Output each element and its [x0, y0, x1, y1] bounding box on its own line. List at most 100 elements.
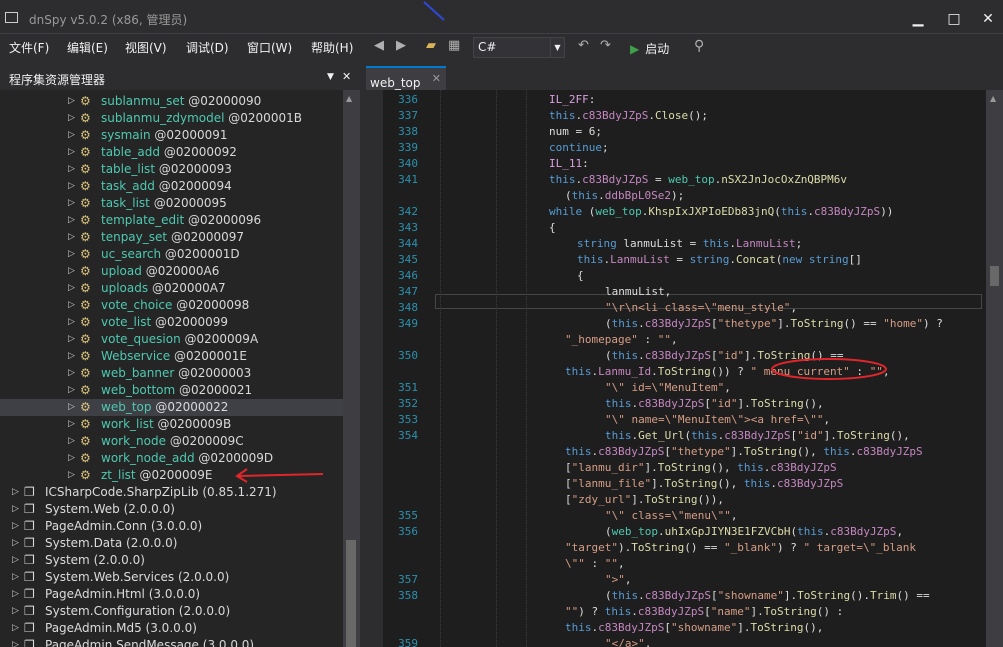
expand-arrow-icon[interactable]: ▷ [68, 348, 75, 365]
tree-item-assembly[interactable]: ▷ ❐ PageAdmin.SendMessage (3.0.0.0) [0, 637, 343, 647]
tree-item-assembly[interactable]: ▷ ❐ System.Web (2.0.0.0) [0, 501, 343, 518]
code-token: ToString [763, 605, 817, 618]
expand-arrow-icon[interactable]: ▷ [12, 518, 19, 535]
close-window-button[interactable]: ✕ [975, 8, 1001, 30]
expand-arrow-icon[interactable]: ▷ [68, 195, 75, 212]
tree-item-class[interactable]: ▷ ⚙ sublanmu_zdymodel @0200001B [0, 110, 343, 127]
expand-arrow-icon[interactable]: ▷ [68, 433, 75, 450]
tree-item-name: template_edit [101, 213, 185, 227]
expand-arrow-icon[interactable]: ▷ [68, 416, 75, 433]
close-icon[interactable]: ✕ [432, 72, 441, 85]
tree-item-assembly[interactable]: ▷ ❐ PageAdmin.Md5 (3.0.0.0) [0, 620, 343, 637]
code-editor[interactable]: 336 IL_2FF: 337 this.c83BdyJZpS.Close(); 338… [360, 90, 1003, 647]
undo-icon[interactable]: ↶ [578, 38, 589, 53]
expand-arrow-icon[interactable]: ▷ [68, 263, 75, 280]
tree-item-class[interactable]: ▷ ⚙ web_top @02000022 [0, 399, 343, 416]
menu-help[interactable]: 帮助(H) [311, 39, 353, 56]
open-icon[interactable]: ▰ [426, 38, 436, 53]
expand-arrow-icon[interactable]: ▷ [68, 450, 75, 467]
expand-arrow-icon[interactable]: ▷ [68, 467, 75, 484]
forward-icon[interactable]: ▶ [396, 38, 406, 53]
tree-item-class[interactable]: ▷ ⚙ vote_list @02000099 [0, 314, 343, 331]
expand-arrow-icon[interactable]: ▷ [12, 535, 19, 552]
expand-arrow-icon[interactable]: ▷ [68, 144, 75, 161]
tree-item-class[interactable]: ▷ ⚙ uploads @020000A7 [0, 280, 343, 297]
redo-icon[interactable]: ↷ [600, 38, 611, 53]
expand-arrow-icon[interactable]: ▷ [12, 620, 19, 637]
code-line: this.c83BdyJZpS["id"].ToString(), [605, 397, 824, 410]
expand-arrow-icon[interactable]: ▷ [12, 552, 19, 569]
menu-debug[interactable]: 调试(D) [186, 39, 229, 56]
tree-item-class[interactable]: ▷ ⚙ table_list @02000093 [0, 161, 343, 178]
expand-arrow-icon[interactable]: ▷ [68, 110, 75, 127]
expand-arrow-icon[interactable]: ▷ [68, 297, 75, 314]
expand-arrow-icon[interactable]: ▷ [12, 637, 19, 647]
tree-item-class[interactable]: ▷ ⚙ web_bottom @02000021 [0, 382, 343, 399]
tree-item-class[interactable]: ▷ ⚙ task_add @02000094 [0, 178, 343, 195]
tree-item-class[interactable]: ▷ ⚙ work_node @0200009C [0, 433, 343, 450]
tree-item-class[interactable]: ▷ ⚙ tenpay_set @02000097 [0, 229, 343, 246]
expand-arrow-icon[interactable]: ▷ [12, 586, 19, 603]
expand-arrow-icon[interactable]: ▷ [12, 603, 19, 620]
expand-arrow-icon[interactable]: ▷ [68, 280, 75, 297]
tree-item-name: System.Data [45, 536, 123, 550]
menu-edit[interactable]: 编辑(E) [67, 39, 108, 56]
maximize-button[interactable]: □ [941, 8, 967, 30]
tree-item-assembly[interactable]: ▷ ❐ PageAdmin.Html (3.0.0.0) [0, 586, 343, 603]
expand-arrow-icon[interactable]: ▷ [12, 569, 19, 586]
expand-arrow-icon[interactable]: ▷ [68, 212, 75, 229]
panel-menu-button[interactable]: ▼ [327, 72, 334, 82]
menu-window[interactable]: 窗口(W) [247, 39, 292, 56]
tree-item-assembly[interactable]: ▷ ❐ System.Data (2.0.0.0) [0, 535, 343, 552]
expand-arrow-icon[interactable]: ▷ [68, 331, 75, 348]
expand-arrow-icon[interactable]: ▷ [68, 314, 75, 331]
save-all-icon[interactable]: ▦ [448, 38, 460, 53]
tree-item-class[interactable]: ▷ ⚙ web_banner @02000003 [0, 365, 343, 382]
editor-scrollbar[interactable]: ▲ [986, 90, 1003, 647]
scroll-up-icon[interactable]: ▲ [346, 94, 352, 103]
tree-item-class[interactable]: ▷ ⚙ vote_quesion @0200009A [0, 331, 343, 348]
scrollbar-thumb[interactable] [990, 266, 999, 286]
tree-item-class[interactable]: ▷ ⚙ sublanmu_set @02000090 [0, 93, 343, 110]
tree-item-class[interactable]: ▷ ⚙ task_list @02000095 [0, 195, 343, 212]
expand-arrow-icon[interactable]: ▷ [12, 501, 19, 518]
tree-item-assembly[interactable]: ▷ ❐ System (2.0.0.0) [0, 552, 343, 569]
expand-arrow-icon[interactable]: ▷ [68, 229, 75, 246]
tree-item-assembly[interactable]: ▷ ❐ ICSharpCode.SharpZipLib (0.85.1.271) [0, 484, 343, 501]
tree-item-class[interactable]: ▷ ⚙ sysmain @02000091 [0, 127, 343, 144]
expand-arrow-icon[interactable]: ▷ [68, 178, 75, 195]
menu-file[interactable]: 文件(F) [9, 39, 49, 56]
expand-arrow-icon[interactable]: ▷ [12, 484, 19, 501]
code-token: [ [565, 461, 572, 474]
expand-arrow-icon[interactable]: ▷ [68, 246, 75, 263]
expand-arrow-icon[interactable]: ▷ [68, 93, 75, 110]
expand-arrow-icon[interactable]: ▷ [68, 365, 75, 382]
tree-item-assembly[interactable]: ▷ ❐ PageAdmin.Conn (3.0.0.0) [0, 518, 343, 535]
minimize-button[interactable]: ▁ [905, 8, 931, 30]
tree-item-class[interactable]: ▷ ⚙ Webservice @0200001E [0, 348, 343, 365]
expand-arrow-icon[interactable]: ▷ [68, 127, 75, 144]
tree-item-class[interactable]: ▷ ⚙ table_add @02000092 [0, 144, 343, 161]
menu-view[interactable]: 视图(V) [125, 39, 167, 56]
tree-item-class[interactable]: ▷ ⚙ upload @020000A6 [0, 263, 343, 280]
scroll-up-icon[interactable]: ▲ [990, 94, 996, 103]
tree-item-assembly[interactable]: ▷ ❐ System.Web.Services (2.0.0.0) [0, 569, 343, 586]
tree-item-class[interactable]: ▷ ⚙ vote_choice @02000098 [0, 297, 343, 314]
scrollbar-thumb[interactable] [346, 540, 356, 647]
tree-item-class[interactable]: ▷ ⚙ work_list @0200009B [0, 416, 343, 433]
tree-scrollbar[interactable]: ▲ [343, 90, 360, 647]
tree-item-class[interactable]: ▷ ⚙ uc_search @0200001D [0, 246, 343, 263]
tree-item-assembly[interactable]: ▷ ❐ System.Configuration (2.0.0.0) [0, 603, 343, 620]
breakpoint-gutter[interactable] [360, 90, 383, 647]
tree-item-class[interactable]: ▷ ⚙ template_edit @02000096 [0, 212, 343, 229]
panel-close-button[interactable]: ✕ [342, 70, 351, 83]
tab-web-top[interactable]: web_top ✕ [366, 66, 446, 90]
expand-arrow-icon[interactable]: ▷ [68, 161, 75, 178]
language-select[interactable]: C# ▼ [473, 37, 565, 58]
back-icon[interactable]: ◀ [374, 38, 384, 53]
search-icon[interactable]: ⚲ [694, 38, 704, 54]
expand-arrow-icon[interactable]: ▷ [68, 399, 75, 416]
start-button[interactable]: ▶ 启动 [630, 40, 669, 57]
expand-arrow-icon[interactable]: ▷ [68, 382, 75, 399]
tree-item-label: PageAdmin.Conn (3.0.0.0) [45, 518, 202, 535]
